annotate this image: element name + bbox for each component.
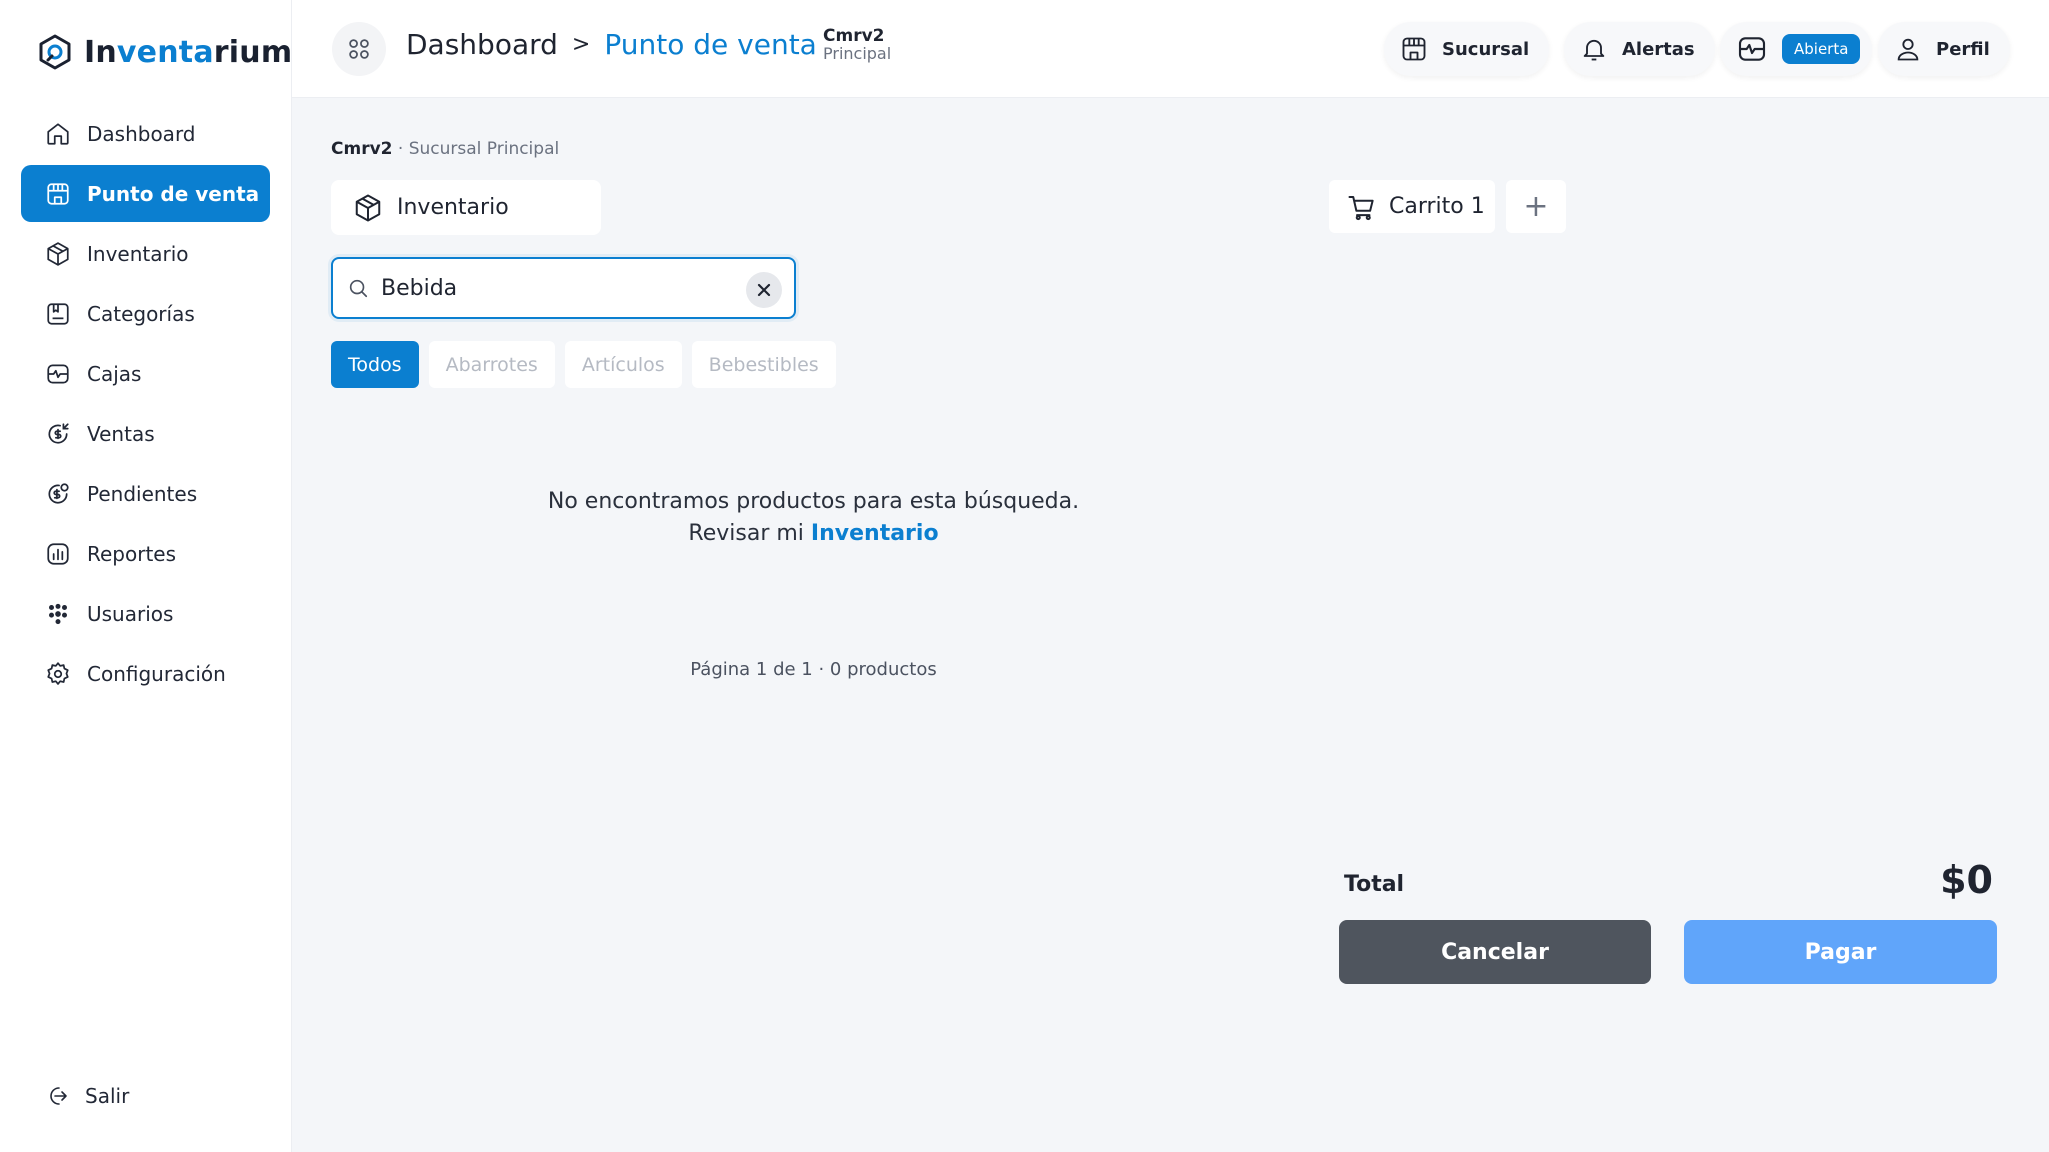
filter-todos[interactable]: Todos — [331, 341, 419, 388]
store-info: Cmrv2 · Sucursal Principal — [331, 139, 559, 159]
sidebar-item-label: Punto de venta — [87, 181, 260, 206]
category-icon — [47, 302, 69, 325]
cart-tab-label: Carrito 1 — [1389, 194, 1485, 219]
branch-sub: Principal — [823, 43, 892, 63]
pagination-info: Página 1 de 1 · 0 productos — [690, 659, 937, 680]
sidebar-item-categorias[interactable]: Categorías — [21, 285, 270, 342]
clear-search-button[interactable] — [746, 272, 782, 308]
breadcrumb-current: Punto de venta — [604, 28, 817, 61]
sucursal-label: Sucursal — [1442, 38, 1530, 60]
topbar: Dashboard > Punto de venta Cmrv2 Princip… — [292, 0, 2049, 98]
search-input[interactable] — [381, 275, 721, 301]
breadcrumb-separator: > — [571, 32, 591, 57]
product-search — [331, 257, 796, 319]
empty-state: No encontramos productos para esta búsqu… — [331, 486, 1296, 550]
sidebar-item-ventas[interactable]: Ventas — [21, 405, 270, 462]
alertas-label: Alertas — [1622, 38, 1695, 60]
sidebar-item-label: Usuarios — [87, 601, 174, 626]
sidebar-item-reportes[interactable]: Reportes — [21, 525, 270, 582]
add-cart-button[interactable]: + — [1506, 180, 1566, 233]
box-icon — [355, 194, 381, 221]
box-icon — [47, 241, 69, 266]
empty-message: No encontramos productos para esta búsqu… — [547, 489, 1080, 514]
store-sub: · Sucursal Principal — [397, 139, 560, 159]
logout-icon — [50, 1087, 67, 1105]
sidebar-item-label: Reportes — [87, 541, 177, 566]
sidebar-item-punto-de-venta[interactable]: Punto de venta — [21, 165, 270, 222]
breadcrumb-root[interactable]: Dashboard — [406, 28, 558, 61]
cash-register-icon — [47, 363, 69, 384]
sidebar-item-usuarios[interactable]: Usuarios — [21, 585, 270, 642]
home-icon — [47, 122, 69, 145]
branch-indicator: Cmrv2 Principal — [823, 27, 892, 63]
sidebar-item-label: Categorías — [87, 301, 195, 326]
review-prefix: Revisar mi — [688, 521, 804, 546]
total-label: Total — [1344, 872, 1405, 897]
close-icon — [757, 283, 771, 297]
sidebar-item-pendientes[interactable]: Pendientes — [21, 465, 270, 522]
alertas-button[interactable]: Alertas — [1564, 22, 1715, 76]
sidebar-item-label: Dashboard — [87, 121, 196, 146]
sidebar-nav: Dashboard Punto de venta Inventario Cate… — [21, 105, 270, 705]
tab-inventario[interactable]: Inventario — [331, 180, 601, 235]
users-icon — [49, 603, 67, 624]
user-icon — [1897, 38, 1919, 61]
tab-inventario-label: Inventario — [397, 195, 509, 220]
sidebar-item-label: Configuración — [87, 661, 226, 686]
grid-icon — [349, 39, 369, 59]
cart-tab-1[interactable]: Carrito 1 — [1329, 180, 1495, 233]
filter-bebestibles[interactable]: Bebestibles — [691, 341, 836, 388]
logo-icon — [39, 34, 71, 70]
apps-grid-button[interactable] — [332, 22, 386, 76]
total-value: $0 — [1940, 858, 1993, 902]
sidebar-item-label: Ventas — [87, 421, 155, 446]
cart-icon — [1348, 195, 1374, 220]
settings-icon — [47, 661, 69, 685]
caja-status-badge: Abierta — [1782, 34, 1861, 64]
perfil-label: Perfil — [1936, 38, 1990, 60]
sales-icon — [48, 422, 69, 444]
filter-articulos[interactable]: Artículos — [564, 341, 682, 388]
inventory-link[interactable]: Inventario — [811, 521, 939, 546]
app-name: Inventarium — [84, 34, 293, 70]
sidebar-item-cajas[interactable]: Cajas — [21, 345, 270, 402]
filter-abarrotes[interactable]: Abarrotes — [428, 341, 555, 388]
sidebar-item-label: Cajas — [87, 361, 142, 386]
sidebar-item-label: Inventario — [87, 241, 189, 266]
sidebar-item-configuracion[interactable]: Configuración — [21, 645, 270, 702]
bell-icon — [1583, 39, 1605, 61]
sidebar: Inventarium Dashboard Punto de venta Inv… — [0, 0, 292, 1152]
sidebar-item-inventario[interactable]: Inventario — [21, 225, 270, 282]
sucursal-button[interactable]: Sucursal — [1384, 22, 1550, 76]
pay-button[interactable]: Pagar — [1684, 920, 1997, 984]
category-filters: Todos Abarrotes Artículos Bebestibles — [331, 341, 836, 388]
store-icon — [47, 182, 69, 205]
logout-button[interactable]: Salir — [45, 1084, 129, 1108]
sidebar-item-label: Pendientes — [87, 481, 198, 506]
logout-label: Salir — [85, 1084, 130, 1108]
review-inventory-line: Revisar mi Inventario — [331, 518, 1296, 550]
breadcrumb: Dashboard > Punto de venta — [406, 28, 817, 61]
store-name: Cmrv2 — [331, 139, 393, 159]
perfil-button[interactable]: Perfil — [1878, 22, 2010, 76]
reports-icon — [47, 542, 69, 565]
store-icon — [1402, 37, 1426, 61]
sidebar-item-dashboard[interactable]: Dashboard — [21, 105, 270, 162]
pending-icon — [48, 482, 69, 504]
search-icon — [349, 279, 368, 298]
cash-register-icon — [1738, 37, 1766, 61]
app-logo[interactable]: Inventarium — [38, 34, 292, 70]
cancel-button[interactable]: Cancelar — [1339, 920, 1651, 984]
caja-status-button[interactable]: Abierta — [1720, 22, 1873, 76]
